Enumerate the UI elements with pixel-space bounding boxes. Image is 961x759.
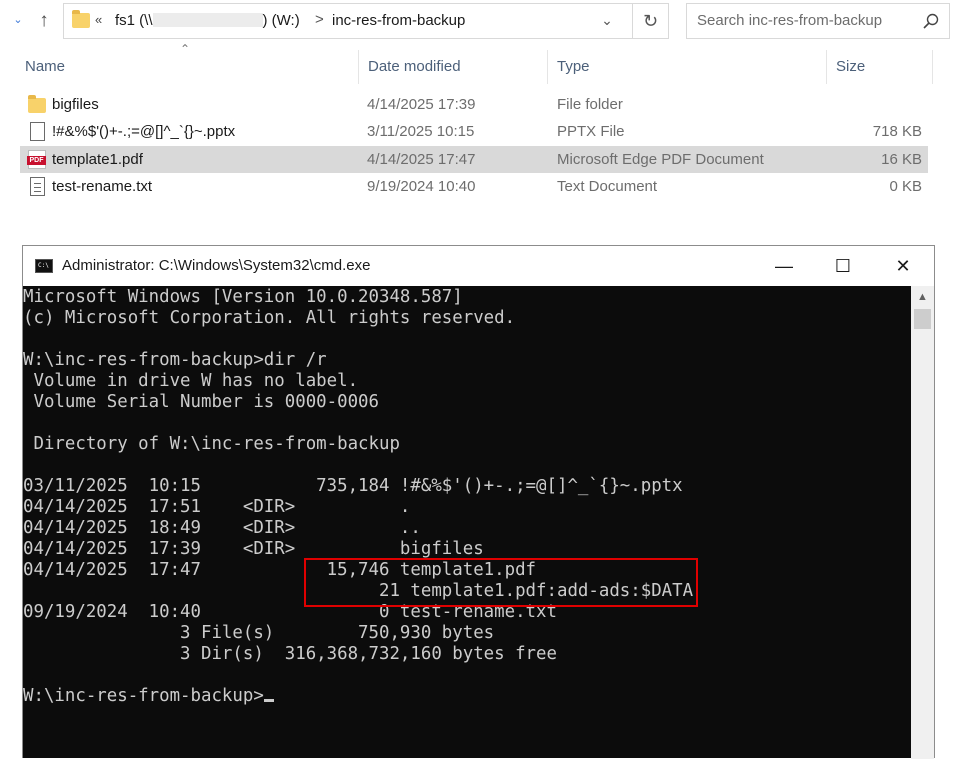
- file-size: 16 KB: [881, 151, 922, 168]
- console-output[interactable]: Microsoft Windows [Version 10.0.20348.58…: [23, 286, 911, 759]
- address-dropdown-chevron-icon[interactable]: ⌄: [600, 12, 614, 30]
- file-row-test-rename[interactable]: test-rename.txt 9/19/2024 10:40 Text Doc…: [20, 173, 928, 200]
- cmd-title: Administrator: C:\Windows\System32\cmd.e…: [62, 257, 371, 274]
- file-date: 3/11/2025 10:15: [367, 123, 475, 140]
- folder-icon: [72, 10, 90, 28]
- file-name: !#&%$'()+-.;=@[]^_`{}~.pptx: [52, 123, 236, 140]
- column-divider[interactable]: [547, 50, 548, 84]
- maximize-button[interactable]: ☐: [820, 246, 866, 286]
- console-line: W:\inc-res-from-backup>: [23, 686, 911, 707]
- document-icon: [30, 122, 45, 141]
- column-header-date[interactable]: Date modified: [368, 50, 461, 84]
- file-name: test-rename.txt: [52, 178, 153, 195]
- console-icon: [35, 259, 53, 273]
- console-line: Volume in drive W has no label.: [23, 371, 359, 391]
- scroll-up-arrow-icon[interactable]: ▲: [911, 286, 934, 306]
- breadcrumb-drive[interactable]: fs1 (\\) (W:): [115, 12, 300, 29]
- console-line: (c) Microsoft Corporation. All rights re…: [23, 308, 516, 328]
- file-size: 0 KB: [889, 178, 922, 195]
- column-header-size[interactable]: Size: [836, 50, 865, 84]
- breadcrumb-separator: >: [315, 11, 324, 28]
- console-line: 3 Dir(s) 316,368,732,160 bytes free: [23, 644, 557, 664]
- column-header-type[interactable]: Type: [557, 50, 590, 84]
- cmd-titlebar[interactable]: Administrator: C:\Windows\System32\cmd.e…: [23, 246, 934, 286]
- close-button[interactable]: ✕: [880, 246, 926, 286]
- column-divider[interactable]: [932, 50, 933, 84]
- console-line: Microsoft Windows [Version 10.0.20348.58…: [23, 287, 463, 307]
- console-line: 03/11/2025 10:15 735,184 !#&%$'()+-.;=@[…: [23, 476, 683, 496]
- console-line: Volume Serial Number is 0000-0006: [23, 392, 379, 412]
- sort-ascending-icon: ⌃: [180, 42, 191, 56]
- file-type: Text Document: [557, 178, 658, 195]
- file-type: File folder: [557, 96, 623, 113]
- column-header-name[interactable]: Name: [25, 50, 65, 84]
- file-date: 4/14/2025 17:39: [367, 96, 476, 113]
- scroll-thumb[interactable]: [914, 309, 931, 329]
- breadcrumb-current-folder[interactable]: inc-res-from-backup: [332, 12, 465, 29]
- redacted-host: [152, 13, 263, 27]
- file-size: 718 KB: [872, 123, 922, 140]
- file-type: PPTX File: [557, 123, 625, 140]
- column-divider[interactable]: [358, 50, 359, 84]
- search-icon[interactable]: [923, 13, 939, 29]
- console-line: 3 File(s) 750,930 bytes: [23, 623, 495, 643]
- console-line: W:\inc-res-from-backup>dir /r: [23, 350, 327, 370]
- file-date: 9/19/2024 10:40: [367, 178, 476, 195]
- file-type: Microsoft Edge PDF Document: [557, 151, 764, 168]
- console-line: 04/14/2025 17:51 <DIR> .: [23, 497, 411, 517]
- console-scrollbar[interactable]: ▲: [911, 286, 934, 759]
- refresh-icon[interactable]: ↻: [633, 3, 669, 39]
- file-row-template1-pdf[interactable]: PDF template1.pdf 4/14/2025 17:47 Micros…: [20, 146, 928, 173]
- text-file-icon: [30, 177, 45, 196]
- recent-locations-chevron-icon[interactable]: ⌄: [10, 12, 26, 28]
- console-line: Directory of W:\inc-res-from-backup: [23, 434, 400, 454]
- file-row-bigfiles[interactable]: bigfiles 4/14/2025 17:39 File folder: [20, 91, 928, 118]
- ads-highlight-box: [304, 558, 698, 607]
- file-date: 4/14/2025 17:47: [367, 151, 476, 168]
- search-input[interactable]: Search inc-res-from-backup: [686, 3, 950, 39]
- console-cursor: [263, 699, 274, 702]
- minimize-button[interactable]: —: [761, 246, 807, 286]
- console-line: 04/14/2025 18:49 <DIR> ..: [23, 518, 421, 538]
- explorer-address-row: ⌄ ↑ « fs1 (\\) (W:) > inc-res-from-backu…: [0, 0, 961, 44]
- cmd-window[interactable]: Administrator: C:\Windows\System32\cmd.e…: [22, 245, 935, 759]
- console-line: 04/14/2025 17:39 <DIR> bigfiles: [23, 539, 484, 559]
- file-name: template1.pdf: [52, 151, 143, 168]
- folder-icon: [28, 95, 46, 113]
- column-divider[interactable]: [826, 50, 827, 84]
- up-arrow-icon[interactable]: ↑: [33, 9, 55, 33]
- pdf-icon: PDF: [27, 150, 46, 169]
- breadcrumb-overflow-chevron[interactable]: «: [95, 12, 102, 27]
- address-bar[interactable]: « fs1 (\\) (W:) > inc-res-from-backup ⌄: [63, 3, 633, 39]
- file-row-pptx[interactable]: !#&%$'()+-.;=@[]^_`{}~.pptx 3/11/2025 10…: [20, 118, 928, 145]
- search-placeholder: Search inc-res-from-backup: [697, 12, 883, 29]
- file-name: bigfiles: [52, 96, 99, 113]
